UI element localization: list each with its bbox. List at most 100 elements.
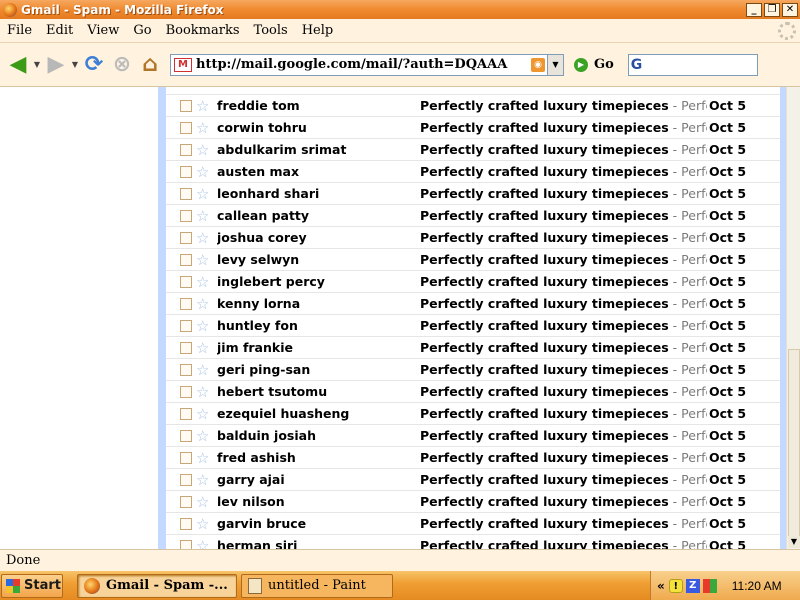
table-row[interactable]: ☆ corwin tohru Perfectly crafted luxury ti… [166, 117, 780, 139]
row-checkbox[interactable] [180, 539, 192, 549]
scrollbar-thumb[interactable] [788, 349, 800, 537]
table-row[interactable]: ☆ jim frankie Perfectly crafted luxury tim… [166, 337, 780, 359]
tray-expand-button[interactable]: « [657, 579, 665, 593]
table-row[interactable]: ☆ hebert tsutomu Perfectly crafted luxury … [166, 381, 780, 403]
row-checkbox[interactable] [180, 275, 192, 288]
star-icon[interactable]: ☆ [196, 384, 212, 400]
taskbar-item-paint[interactable]: untitled - Paint [241, 573, 393, 598]
table-row[interactable]: ☆ freddie tom Perfectly crafted luxury tim… [166, 95, 780, 117]
row-checkbox[interactable] [180, 99, 192, 112]
shield-icon[interactable]: ! [668, 578, 683, 593]
table-row[interactable]: ☆ fred ashish Perfectly crafted luxury tim… [166, 447, 780, 469]
close-button[interactable]: ✕ [782, 2, 798, 17]
star-icon[interactable]: ☆ [196, 186, 212, 202]
table-row[interactable]: ☆ garvin bruce Perfectly crafted luxury ti… [166, 513, 780, 535]
taskbar-item-firefox[interactable]: Gmail - Spam -... [77, 573, 237, 598]
vertical-scrollbar[interactable]: ▼ [786, 87, 800, 549]
reload-button[interactable]: ⟳ [80, 51, 108, 79]
back-button[interactable]: ◀ [4, 51, 32, 79]
star-icon[interactable]: ☆ [196, 494, 212, 510]
star-icon[interactable]: ☆ [196, 472, 212, 488]
url-history-dropdown[interactable]: ▼ [547, 54, 563, 75]
url-bar[interactable]: M http://mail.google.com/mail/?auth=DQAA… [170, 53, 564, 76]
star-icon[interactable]: ☆ [196, 538, 212, 550]
table-row[interactable]: ☆ inglebert percy Perfectly crafted luxury… [166, 271, 780, 293]
row-checkbox[interactable] [180, 451, 192, 464]
row-checkbox[interactable] [180, 429, 192, 442]
row-checkbox[interactable] [180, 319, 192, 332]
table-row[interactable]: ☆ garry ajai Perfectly crafted luxury time… [166, 469, 780, 491]
zonealarm-icon[interactable]: Z [685, 578, 700, 593]
row-checkbox[interactable] [180, 495, 192, 508]
table-row[interactable]: ☆ levy selwyn Perfectly crafted luxury tim… [166, 249, 780, 271]
table-row[interactable]: ☆ callean patty Perfectly crafted luxury t… [166, 205, 780, 227]
go-button[interactable]: ▶ Go [574, 57, 614, 72]
row-checkbox[interactable] [180, 187, 192, 200]
maximize-button[interactable]: ❐ [764, 2, 780, 17]
star-icon[interactable]: ☆ [196, 120, 212, 136]
star-icon[interactable]: ☆ [196, 208, 212, 224]
row-checkbox[interactable] [180, 363, 192, 376]
url-input[interactable]: http://mail.google.com/mail/?auth=DQAAA [196, 57, 531, 72]
table-row[interactable]: ☆ joshua corey Perfectly crafted luxury ti… [166, 227, 780, 249]
menu-view[interactable]: View [80, 23, 126, 38]
stop-button[interactable]: ⊗ [108, 51, 136, 79]
row-checkbox[interactable] [180, 473, 192, 486]
table-row[interactable]: ☆ austen max Perfectly crafted luxury time… [166, 161, 780, 183]
menu-edit[interactable]: Edit [39, 23, 80, 38]
start-button[interactable]: Start [1, 573, 63, 598]
table-row[interactable]: ☆ abdulkarim srimat Perfectly crafted luxu… [166, 139, 780, 161]
row-checkbox[interactable] [180, 209, 192, 222]
forward-history-dropdown[interactable]: ▼ [70, 60, 80, 69]
minimize-button[interactable]: _ [746, 2, 762, 17]
menu-bookmarks[interactable]: Bookmarks [159, 23, 247, 38]
row-checkbox[interactable] [180, 407, 192, 420]
row-checkbox[interactable] [180, 341, 192, 354]
star-icon[interactable]: ☆ [196, 406, 212, 422]
row-checkbox[interactable] [180, 165, 192, 178]
home-button[interactable]: ⌂ [136, 51, 164, 79]
table-row[interactable]: ☆ kenny lorna Perfectly crafted luxury tim… [166, 293, 780, 315]
window-titlebar[interactable]: Gmail - Spam - Mozilla Firefox _ ❐ ✕ [0, 0, 800, 19]
row-checkbox[interactable] [180, 253, 192, 266]
table-row[interactable]: ☆ ezequiel huasheng Perfectly crafted luxu… [166, 403, 780, 425]
star-icon[interactable]: ☆ [196, 164, 212, 180]
table-row[interactable]: ☆ herman siri Perfectly crafted luxury tim… [166, 535, 780, 549]
table-row[interactable]: ☆ balduin josiah Perfectly crafted luxury … [166, 425, 780, 447]
star-icon[interactable]: ☆ [196, 362, 212, 378]
snippet-text: - Perfec [672, 538, 707, 549]
row-checkbox[interactable] [180, 121, 192, 134]
date-text: Oct 5 [709, 142, 747, 157]
flag-icon[interactable] [702, 578, 717, 593]
star-icon[interactable]: ☆ [196, 428, 212, 444]
table-row[interactable]: ☆ lev nilson Perfectly crafted luxury time… [166, 491, 780, 513]
star-icon[interactable]: ☆ [196, 252, 212, 268]
search-box[interactable]: G [627, 53, 758, 76]
star-icon[interactable]: ☆ [196, 230, 212, 246]
star-icon[interactable]: ☆ [196, 98, 212, 114]
menu-help[interactable]: Help [295, 23, 341, 38]
table-row[interactable]: ☆ leonhard shari Perfectly crafted luxury … [166, 183, 780, 205]
row-checkbox[interactable] [180, 385, 192, 398]
star-icon[interactable]: ☆ [196, 318, 212, 334]
google-search-icon[interactable]: G [631, 56, 653, 74]
scroll-down-arrow-icon[interactable]: ▼ [788, 536, 800, 548]
row-checkbox[interactable] [180, 517, 192, 530]
menu-file[interactable]: File [0, 23, 39, 38]
rss-icon[interactable]: ◉ [531, 57, 545, 72]
row-checkbox[interactable] [180, 231, 192, 244]
star-icon[interactable]: ☆ [196, 340, 212, 356]
star-icon[interactable]: ☆ [196, 142, 212, 158]
star-icon[interactable]: ☆ [196, 274, 212, 290]
star-icon[interactable]: ☆ [196, 296, 212, 312]
menu-tools[interactable]: Tools [247, 23, 295, 38]
menu-go[interactable]: Go [126, 23, 158, 38]
back-history-dropdown[interactable]: ▼ [32, 60, 42, 69]
row-checkbox[interactable] [180, 143, 192, 156]
table-row[interactable]: ☆ geri ping-san Perfectly crafted luxury t… [166, 359, 780, 381]
star-icon[interactable]: ☆ [196, 450, 212, 466]
forward-button[interactable]: ▶ [42, 51, 70, 79]
star-icon[interactable]: ☆ [196, 516, 212, 532]
table-row[interactable]: ☆ huntley fon Perfectly crafted luxury tim… [166, 315, 780, 337]
row-checkbox[interactable] [180, 297, 192, 310]
